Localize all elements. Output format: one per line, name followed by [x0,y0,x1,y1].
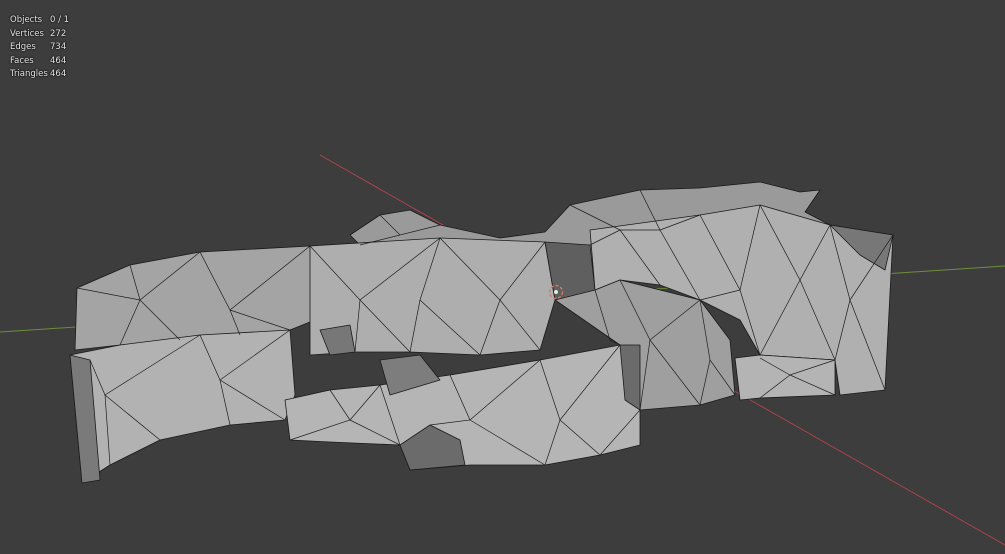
stat-vertices: Vertices 272 [10,28,69,42]
stats-overlay: Objects 0 / 1 Vertices 272 Edges 734 Fac… [10,14,69,82]
stat-value: 272 [50,28,67,39]
stat-label: Edges [10,42,36,52]
stat-label: Faces [10,55,34,66]
stat-value: 464 [50,69,67,79]
mesh-face [734,354,836,401]
stat-label: Objects [10,15,43,25]
stat-value: 464 [50,55,67,66]
stat-faces: Faces 464 [10,55,69,69]
stat-value: 734 [50,42,67,52]
3d-viewport[interactable]: Objects 0 / 1 Vertices 272 Edges 734 Fac… [0,0,1005,554]
stat-objects: Objects 0 / 1 [10,14,69,28]
stat-triangles: Triangles 464 [10,68,69,82]
scene-canvas[interactable] [0,0,1005,554]
stat-label: Vertices [10,28,44,39]
mesh-object[interactable] [69,181,894,484]
stat-value: 0 / 1 [50,15,70,25]
stat-edges: Edges 734 [10,41,69,55]
stat-label: Triangles [10,69,48,79]
mesh-face [69,329,296,484]
